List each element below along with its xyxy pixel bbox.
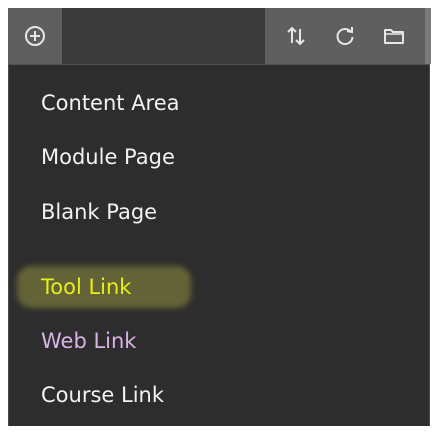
refresh-icon bbox=[336, 27, 354, 46]
menu-item-tool-link[interactable]: Tool Link bbox=[41, 273, 131, 301]
add-menu-item-button[interactable] bbox=[8, 8, 62, 64]
menu-item-blank-page[interactable]: Blank Page bbox=[41, 198, 157, 226]
menu-item-course-link[interactable]: Course Link bbox=[41, 381, 164, 409]
add-menu-dropdown: Content Area Module Page Blank Page Tool… bbox=[8, 64, 430, 426]
toolbar-spacer bbox=[62, 8, 265, 64]
menu-item-module-page[interactable]: Module Page bbox=[41, 143, 175, 171]
screenshot-frame: Content Area Module Page Blank Page Tool… bbox=[0, 0, 439, 433]
toolbar-actions bbox=[265, 8, 425, 64]
menu-item-content-area[interactable]: Content Area bbox=[41, 89, 180, 117]
menu-item-web-link[interactable]: Web Link bbox=[41, 327, 136, 355]
refresh-button[interactable] bbox=[327, 18, 363, 54]
manage-folders-button[interactable] bbox=[376, 18, 412, 54]
folder-icon bbox=[384, 29, 405, 44]
reorder-button[interactable] bbox=[278, 18, 314, 54]
sort-arrows-icon bbox=[286, 26, 305, 46]
toolbar-edge bbox=[425, 8, 431, 64]
course-menu-toolbar bbox=[8, 8, 431, 64]
plus-circle-icon bbox=[25, 26, 45, 46]
